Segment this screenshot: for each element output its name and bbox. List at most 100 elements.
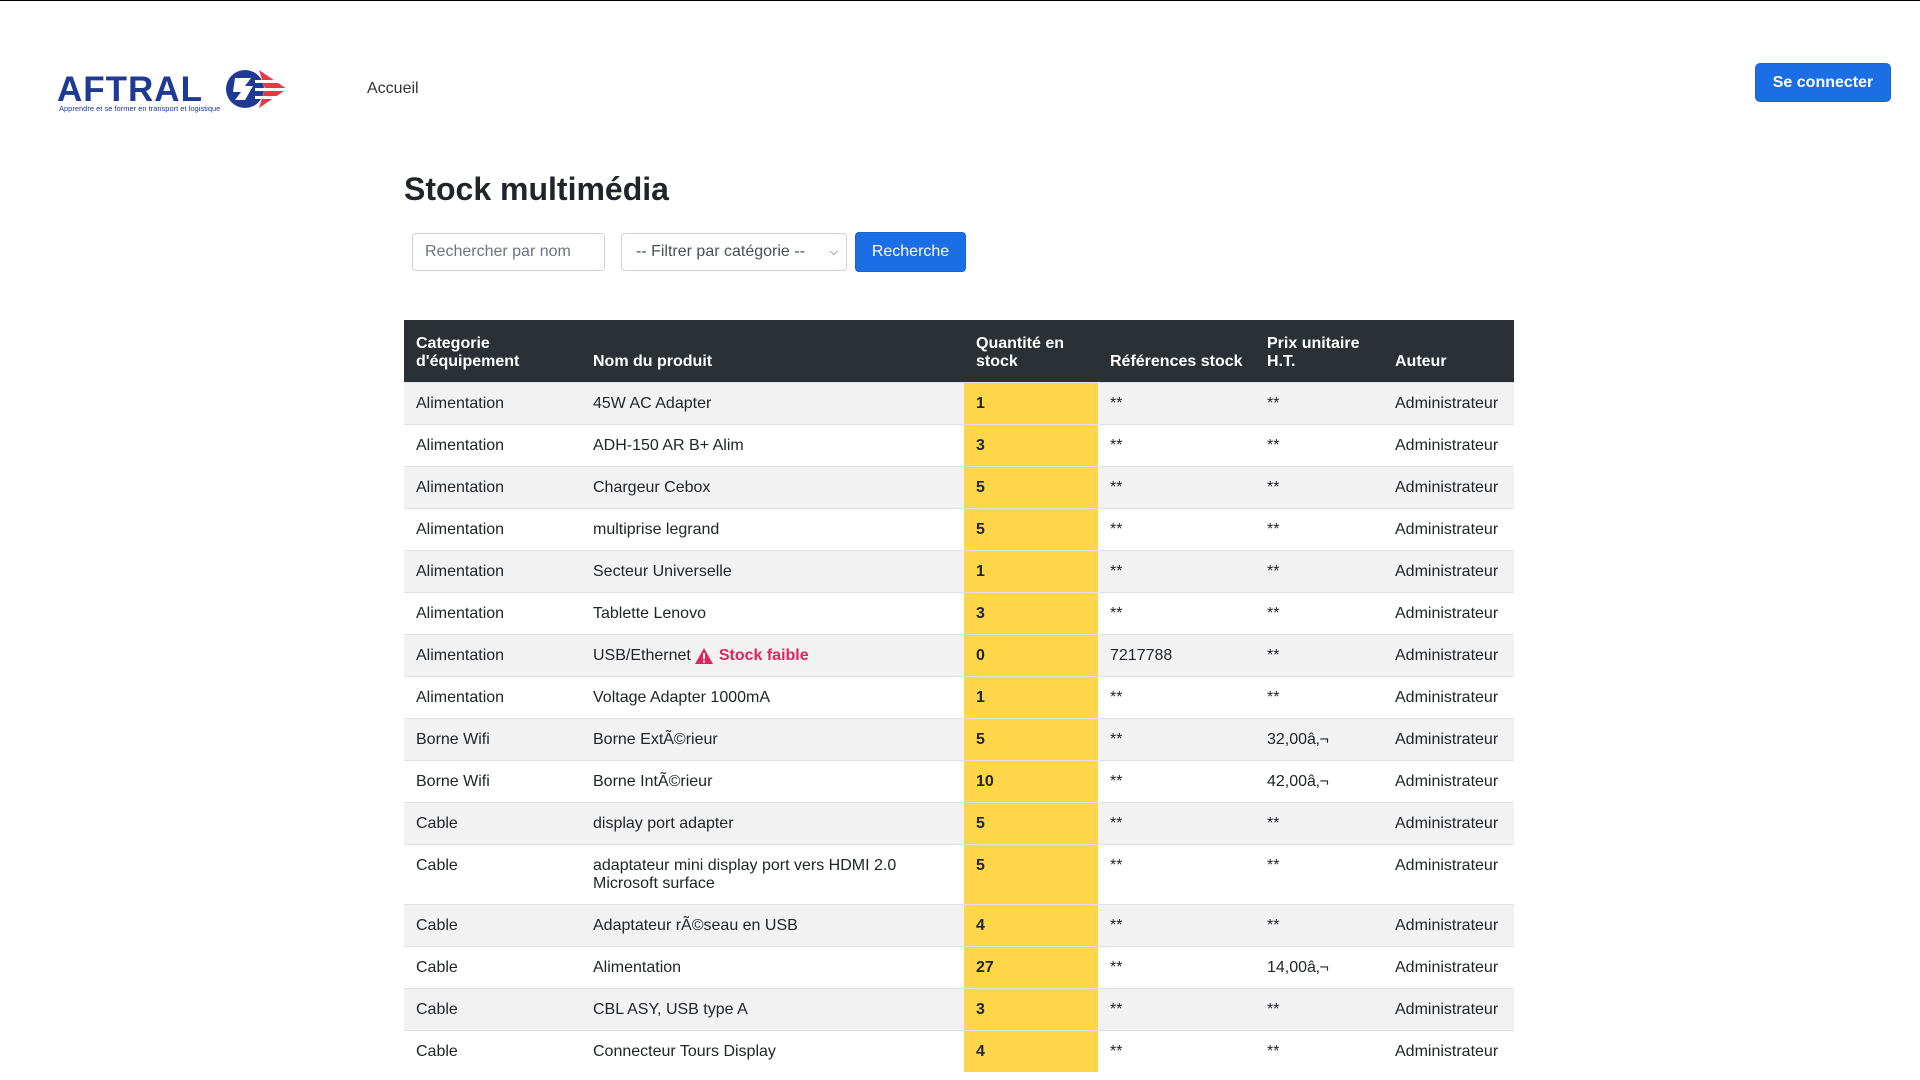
nav-home-link[interactable]: Accueil [367,80,419,98]
cell-product-name-text: Voltage Adapter 1000mA [593,688,771,706]
cell-quantity: 3 [964,987,1098,1031]
cell-author-text: Administrateur [1395,814,1499,832]
cell-author: Administrateur [1383,759,1514,803]
cell-product-name-text: Tablette Lenovo [593,604,706,622]
cell-category-text: Cable [416,958,458,976]
cell-category: Alimentation [404,465,581,508]
cell-unit-price-text: ** [1267,856,1280,874]
cell-author-text: Administrateur [1395,916,1499,934]
cell-category-text: Cable [416,814,458,832]
cell-stock-reference-text: ** [1110,688,1123,706]
cell-quantity: 1 [964,549,1098,592]
cell-author: Administrateur [1383,801,1514,845]
cell-quantity: 1 [964,381,1098,424]
table-header-row: Categorie d'équipement Nom du produit Qu… [404,320,1514,382]
cell-quantity-text: 3 [976,436,985,454]
cell-stock-reference-text: ** [1110,958,1123,976]
column-header-author: Auteur [1383,320,1514,382]
cell-unit-price-text: ** [1267,478,1280,496]
cell-author-text: Administrateur [1395,478,1499,496]
cell-quantity-text: 4 [976,916,985,934]
cell-category: Alimentation [404,591,581,634]
stock-table: Categorie d'équipement Nom du produit Qu… [404,320,1514,1072]
cell-product-name: ADH-150 AR B+ Alim [581,423,964,466]
cell-product-name: Borne IntÃ©rieur [581,759,964,803]
cell-unit-price: ** [1255,507,1383,550]
cell-author: Administrateur [1383,903,1514,947]
cell-quantity: 5 [964,801,1098,845]
cell-unit-price: 42,00â‚¬ [1255,759,1383,803]
cell-unit-price-text: ** [1267,604,1280,622]
cell-category: Cable [404,987,581,1031]
cell-stock-reference: ** [1098,507,1255,550]
cell-unit-price-text: 42,00â‚¬ [1267,772,1329,790]
aftral-logo[interactable]: AFTRAL Apprendre et se former en transpo… [57,66,302,118]
page-title: Stock multimédia [404,171,669,207]
search-button[interactable]: Recherche [855,232,966,272]
cell-category: Alimentation [404,633,581,677]
cell-product-name: Voltage Adapter 1000mA [581,675,964,719]
cell-quantity-text: 1 [976,562,985,580]
cell-category-text: Cable [416,856,458,874]
cell-product-name: CBL ASY, USB type A [581,987,964,1031]
cell-quantity: 1 [964,675,1098,719]
cell-product-name-text: Chargeur Cebox [593,478,711,496]
cell-stock-reference-text: ** [1110,772,1123,790]
cell-quantity-text: 5 [976,730,985,748]
cell-stock-reference: ** [1098,675,1255,719]
cell-category: Cable [404,945,581,989]
column-header-quantity: Quantité en stock [964,320,1098,382]
cell-unit-price: ** [1255,675,1383,719]
cell-unit-price-text: 14,00â‚¬ [1267,958,1329,976]
cell-unit-price: ** [1255,1029,1383,1072]
cell-quantity: 5 [964,465,1098,508]
cell-stock-reference-text: ** [1110,916,1123,934]
search-input[interactable] [412,233,605,271]
cell-product-name-text: Secteur Universelle [593,562,732,580]
cell-stock-reference: ** [1098,549,1255,592]
cell-category-text: Cable [416,916,458,934]
cell-author-text: Administrateur [1395,562,1499,580]
warning-icon [694,647,713,664]
cell-unit-price: ** [1255,633,1383,677]
cell-author-text: Administrateur [1395,604,1499,622]
cell-stock-reference: ** [1098,381,1255,424]
cell-product-name-text: Borne IntÃ©rieur [593,772,713,790]
cell-category-text: Alimentation [416,562,505,580]
cell-category: Borne Wifi [404,717,581,761]
cell-category-text: Cable [416,1042,458,1060]
cell-author-text: Administrateur [1395,394,1499,412]
cell-stock-reference-text: ** [1110,1000,1123,1018]
category-filter-select[interactable]: -- Filtrer par catégorie -- ⌵ [621,233,847,271]
cell-product-name: Borne ExtÃ©rieur [581,717,964,761]
cell-product-name: Connecteur Tours Display [581,1029,964,1072]
cell-product-name: Alimentation [581,945,964,989]
logo-wordmark: AFTRAL [57,70,203,109]
cell-category-text: Alimentation [416,604,505,622]
cell-quantity-text: 27 [976,958,994,976]
cell-quantity-text: 3 [976,1000,985,1018]
cell-stock-reference: ** [1098,465,1255,508]
cell-quantity: 5 [964,507,1098,550]
cell-category: Cable [404,903,581,947]
cell-author: Administrateur [1383,987,1514,1031]
table-row: Borne Wifi Borne IntÃ©rieur 10 ** 42,00â‚¬ Ad… [404,759,1514,803]
login-button[interactable]: Se connecter [1755,63,1891,102]
low-stock-badge: Stock faible [694,647,809,665]
cell-author-text: Administrateur [1395,772,1499,790]
cell-unit-price-text: ** [1267,394,1280,412]
cell-author-text: Administrateur [1395,730,1499,748]
cell-unit-price: 32,00â‚¬ [1255,717,1383,761]
table-row: Borne Wifi Borne ExtÃ©rieur 5 ** 32,00â‚¬ Adm… [404,717,1514,761]
cell-product-name-text: 45W AC Adapter [593,394,712,412]
cell-stock-reference: ** [1098,987,1255,1031]
cell-category-text: Borne Wifi [416,730,490,748]
table-row: Alimentation Voltage Adapter 1000mA 1 ** ** A… [404,675,1514,719]
cell-stock-reference: ** [1098,423,1255,466]
cell-author-text: Administrateur [1395,688,1499,706]
cell-unit-price: ** [1255,591,1383,634]
table-row: Alimentation Tablette Lenovo 3 ** ** Administ… [404,591,1514,634]
cell-category-text: Borne Wifi [416,772,490,790]
cell-unit-price: ** [1255,381,1383,424]
cell-author: Administrateur [1383,591,1514,634]
